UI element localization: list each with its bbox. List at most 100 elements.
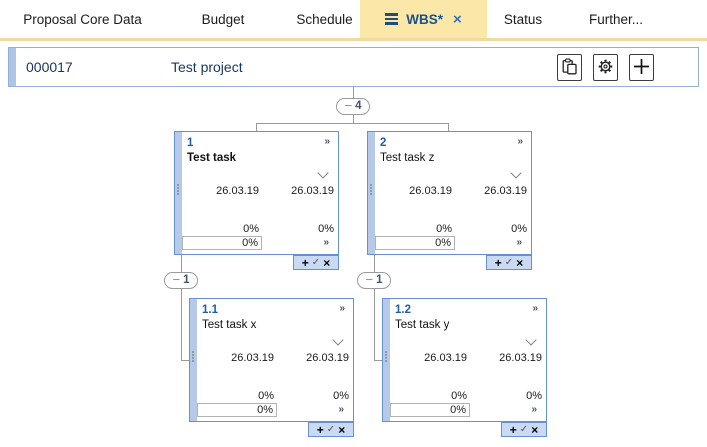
tab-label: Further... [589,12,643,27]
header-left-strip [9,48,16,86]
grip-dots-icon [385,351,387,362]
card-title[interactable]: Test task [187,152,236,164]
card-title[interactable]: Test task y [395,319,449,331]
connector-line [374,255,375,273]
grip-dots-icon [192,351,194,362]
collapse-node-task2[interactable]: − 1 [357,272,391,289]
project-number: 000017 [26,59,73,75]
finish-date[interactable]: 26.03.19 [465,185,527,197]
percent-input[interactable] [182,236,262,250]
project-title: Test project [171,59,243,75]
card-action-bar: + ✓ × [308,422,354,437]
card-action-bar: + ✓ × [501,422,547,437]
confirm-icon[interactable]: ✓ [327,425,335,435]
paste-button[interactable] [557,54,582,81]
percent-input[interactable] [197,403,277,417]
tab-wbs[interactable]: WBS* × [360,0,487,38]
start-date[interactable]: 26.03.19 [405,352,467,364]
more-icon[interactable]: » [338,404,344,415]
card-drag-strip[interactable] [368,132,375,254]
expand-details-icon[interactable]: » [517,136,523,147]
delete-icon[interactable]: × [516,257,523,269]
connector-line [181,255,182,273]
percent-left: 0% [390,223,452,235]
add-child-icon[interactable]: + [510,424,517,436]
tab-schedule[interactable]: Schedule [282,0,367,38]
tab-budget[interactable]: Budget [168,0,278,38]
finish-date[interactable]: 26.03.19 [480,352,542,364]
percent-input[interactable] [390,403,470,417]
delete-icon[interactable]: × [323,257,330,269]
expand-details-icon[interactable]: » [324,136,330,147]
chevron-down-icon[interactable] [510,167,521,178]
card-number[interactable]: 1.1 [202,304,218,316]
tab-status[interactable]: Status [492,0,554,38]
chevron-down-icon[interactable] [317,167,328,178]
card-number[interactable]: 2 [380,137,386,149]
card-number[interactable]: 1.2 [395,304,411,316]
tab-label: Schedule [296,12,352,27]
percent-right: 0% [287,390,349,402]
more-icon[interactable]: » [516,237,522,248]
tab-further[interactable]: Further... [568,0,664,38]
collapse-node-task1[interactable]: − 1 [164,272,198,289]
child-count: 1 [376,275,382,287]
start-date[interactable]: 26.03.19 [390,185,452,197]
add-child-icon[interactable]: + [317,424,324,436]
confirm-icon[interactable]: ✓ [520,425,528,435]
delete-icon[interactable]: × [338,424,345,436]
card-drag-strip[interactable] [383,299,390,421]
percent-left: 0% [405,390,467,402]
chevron-down-icon[interactable] [525,334,536,345]
tab-proposal-core-data[interactable]: Proposal Core Data [5,0,160,38]
confirm-icon[interactable]: ✓ [312,258,320,268]
header-toolbar [557,54,654,81]
wbs-card-2[interactable]: 2 » Test task z 26.03.19 26.03.19 0% 0% … [367,131,532,255]
connector-line [256,123,257,131]
add-child-icon[interactable]: + [495,257,502,269]
wbs-card-1-2[interactable]: 1.2 » Test task y 26.03.19 26.03.19 0% 0… [382,298,547,422]
plus-icon [632,57,651,79]
child-count: 4 [355,101,361,113]
add-element-button[interactable] [629,54,654,81]
tab-label: Budget [202,12,245,27]
grip-dots-icon [177,184,179,195]
wbs-editor-page: Proposal Core Data Budget Schedule WBS* … [0,0,707,447]
add-child-icon[interactable]: + [302,257,309,269]
card-drag-strip[interactable] [190,299,197,421]
percent-input[interactable] [375,236,455,250]
connector-line [448,123,449,131]
confirm-icon[interactable]: ✓ [505,258,513,268]
hamburger-menu-icon[interactable] [385,13,398,25]
connector-line [353,115,354,123]
collapse-node-root[interactable]: − 4 [336,98,370,115]
tab-bar-accent-line [0,38,707,41]
child-count: 1 [183,275,189,287]
more-icon[interactable]: » [531,404,537,415]
finish-date[interactable]: 26.03.19 [272,185,334,197]
start-date[interactable]: 26.03.19 [212,352,274,364]
finish-date[interactable]: 26.03.19 [287,352,349,364]
wbs-card-1[interactable]: 1 » Test task 26.03.19 26.03.19 0% 0% » … [174,131,339,255]
card-title[interactable]: Test task x [202,319,256,331]
percent-right: 0% [465,223,527,235]
start-date[interactable]: 26.03.19 [197,185,259,197]
close-tab-icon[interactable]: × [453,12,462,27]
settings-button[interactable] [593,54,618,81]
card-drag-strip[interactable] [175,132,182,254]
connector-line [353,87,354,98]
grip-dots-icon [370,184,372,195]
card-title[interactable]: Test task z [380,152,434,164]
wbs-card-1-1[interactable]: 1.1 » Test task x 26.03.19 26.03.19 0% 0… [189,298,354,422]
tab-label: Status [504,12,542,27]
more-icon[interactable]: » [323,237,329,248]
percent-left: 0% [212,390,274,402]
delete-icon[interactable]: × [531,424,538,436]
card-action-bar: + ✓ × [486,255,532,270]
tab-bar: Proposal Core Data Budget Schedule WBS* … [0,0,707,38]
expand-details-icon[interactable]: » [532,303,538,314]
chevron-down-icon[interactable] [332,334,343,345]
card-number[interactable]: 1 [187,137,193,149]
expand-details-icon[interactable]: » [339,303,345,314]
card-action-bar: + ✓ × [293,255,339,270]
